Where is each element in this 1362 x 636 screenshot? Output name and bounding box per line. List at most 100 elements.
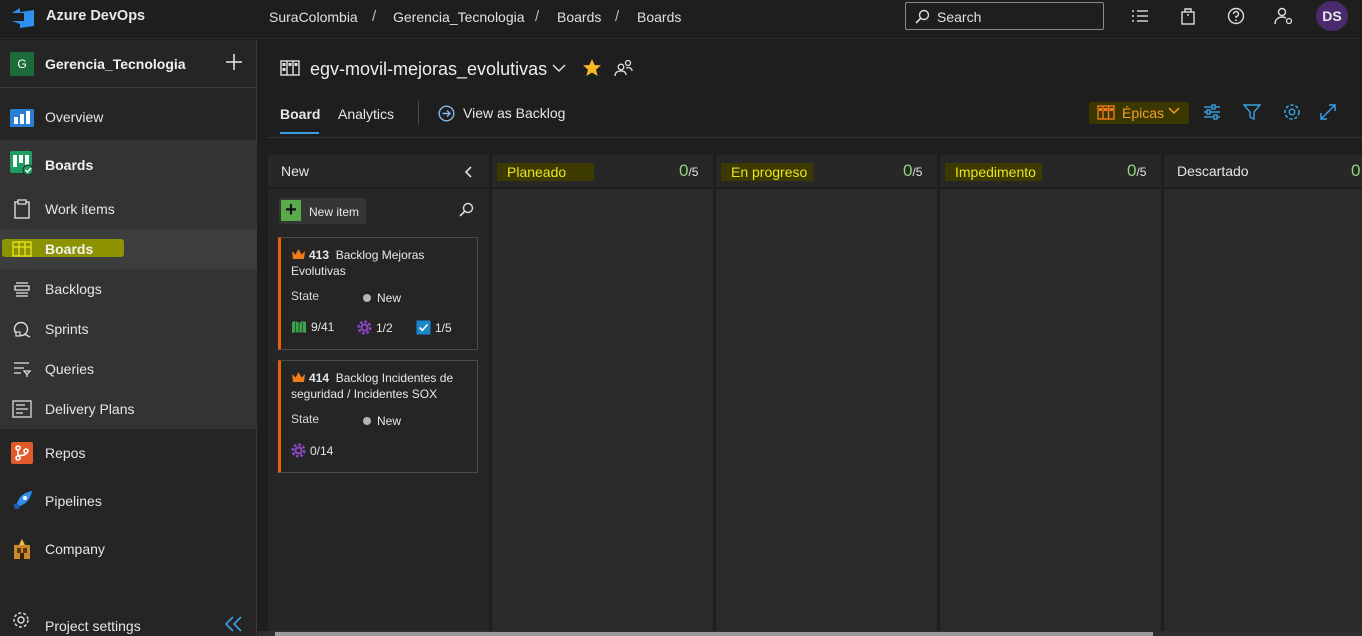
settings-gear-icon (12, 611, 30, 629)
sidebar-item-queries[interactable]: Queries (0, 349, 257, 389)
card-title[interactable]: 414 Backlog Incidentes de seguridad / In… (291, 370, 471, 402)
avatar[interactable]: DS (1316, 1, 1348, 31)
features-icon (292, 321, 306, 333)
card-id: 414 (309, 371, 330, 385)
breadcrumb-separator: / (615, 8, 620, 25)
sidebar-item-label: Overview (45, 109, 104, 125)
column-body-planeado (492, 189, 713, 631)
sidebar-item-label: Delivery Plans (45, 401, 135, 417)
help-icon[interactable] (1225, 5, 1247, 27)
project-badge[interactable]: G (10, 52, 34, 76)
sidebar-item-label: Pipelines (45, 493, 102, 509)
sidebar-item-boards-hub[interactable]: Boards (0, 140, 257, 188)
team-members-icon[interactable] (614, 59, 634, 77)
work-item-card[interactable]: 413 Backlog Mejoras Evolutivas State New… (278, 237, 478, 350)
project-settings-row[interactable]: Project settings (0, 605, 257, 636)
project-name[interactable]: Gerencia_Tecnologia (45, 56, 186, 72)
column-header-descartado[interactable]: Descartado 0 (1164, 155, 1362, 187)
sidebar-item-pipelines[interactable]: Pipelines (0, 481, 257, 521)
chevron-down-icon (1168, 107, 1180, 115)
pipelines-icon (10, 490, 34, 512)
favorite-star-icon[interactable] (582, 58, 602, 77)
card-title[interactable]: 413 Backlog Mejoras Evolutivas (291, 247, 471, 279)
task-list-icon[interactable] (1129, 5, 1151, 27)
state-value[interactable]: New (377, 291, 401, 305)
user-settings-icon[interactable] (1273, 5, 1295, 27)
column-header-impedimento[interactable]: Impedimento 0/5 (940, 155, 1161, 187)
new-item-label: New item (309, 205, 360, 219)
arrow-circle-right-icon[interactable] (438, 105, 455, 122)
boards-icon (10, 238, 34, 260)
collapse-column-icon[interactable] (464, 166, 472, 178)
task-checkbox-icon (416, 320, 431, 335)
search-box[interactable]: Search (905, 2, 1104, 30)
product-name[interactable]: Azure DevOps (46, 8, 145, 24)
tasks-rollup: 1/5 (416, 320, 452, 335)
collapse-sidebar-icon[interactable] (224, 616, 244, 632)
user-story-gear-icon (357, 320, 372, 335)
backlogs-icon (10, 278, 34, 300)
column-header-new[interactable]: New (268, 155, 489, 187)
user-story-gear-icon (291, 443, 306, 458)
settings-sliders-icon[interactable] (1203, 103, 1221, 121)
board-icon (280, 59, 300, 77)
wip-count: 0 (1351, 161, 1361, 180)
new-item-button[interactable]: + New item (279, 198, 366, 224)
sidebar-item-label: Boards (45, 241, 94, 257)
chevron-down-icon[interactable] (552, 63, 566, 73)
breadcrumb-separator: / (535, 8, 540, 25)
column-body-descartado (1164, 189, 1362, 631)
search-icon[interactable] (458, 202, 474, 218)
sidebar-item-delivery-plans[interactable]: Delivery Plans (0, 389, 257, 429)
board-title[interactable]: egv-movil-mejoras_evolutivas (310, 59, 547, 80)
tab-analytics[interactable]: Analytics (338, 106, 394, 122)
epic-board-icon (1097, 105, 1115, 120)
breadcrumb-separator: / (372, 8, 377, 25)
sidebar: G Gerencia_Tecnologia Overview Boards Wo… (0, 40, 257, 636)
tab-board[interactable]: Board (280, 106, 320, 122)
breadcrumb-boards-hub[interactable]: Boards (557, 9, 601, 25)
column-header-planeado[interactable]: Planeado 0/5 (492, 155, 713, 187)
sidebar-item-backlogs[interactable]: Backlogs (0, 269, 257, 309)
gear-icon[interactable] (1283, 103, 1301, 121)
add-icon[interactable] (224, 52, 244, 72)
header-divider (268, 137, 1362, 138)
breadcrumb-organization[interactable]: SuraColombia (269, 9, 358, 25)
azure-devops-logo-icon[interactable] (10, 6, 36, 30)
state-dot (363, 294, 371, 302)
sidebar-item-label: Repos (45, 445, 86, 461)
sidebar-item-label: Company (45, 541, 105, 557)
marketplace-bag-icon[interactable] (1177, 5, 1199, 27)
sidebar-item-label: Backlogs (45, 281, 102, 297)
backlog-level-label: Épicas (1122, 105, 1165, 121)
backlog-level-selector[interactable]: Épicas (1089, 102, 1189, 124)
work-item-card[interactable]: 414 Backlog Incidentes de seguridad / In… (278, 360, 478, 473)
plus-icon: + (281, 200, 301, 221)
filter-icon[interactable] (1243, 103, 1261, 121)
sidebar-item-sprints[interactable]: Sprints (0, 309, 257, 349)
column-header-en-progreso[interactable]: En progreso 0/5 (716, 155, 937, 187)
breadcrumb-boards[interactable]: Boards (637, 9, 681, 25)
horizontal-scrollbar-thumb[interactable] (275, 632, 1153, 636)
breadcrumb-project[interactable]: Gerencia_Tecnologia (393, 9, 525, 25)
column-body-impedimento (940, 189, 1161, 631)
sidebar-item-boards[interactable]: Boards (0, 229, 257, 269)
sidebar-item-repos[interactable]: Repos (0, 433, 257, 473)
column-body-en-progreso (716, 189, 937, 631)
sidebar-item-label: Sprints (45, 321, 89, 337)
search-icon (914, 9, 930, 25)
user-stories-rollup: 0/14 (291, 443, 333, 458)
view-as-backlog-link[interactable]: View as Backlog (463, 105, 565, 121)
fullscreen-icon[interactable] (1319, 103, 1337, 121)
repos-icon (10, 442, 34, 464)
active-tab-indicator (280, 132, 319, 134)
project-settings-label: Project settings (45, 618, 141, 634)
state-value[interactable]: New (377, 414, 401, 428)
sidebar-item-company[interactable]: Company (0, 529, 257, 569)
state-dot (363, 417, 371, 425)
sidebar-item-work-items[interactable]: Work items (0, 189, 257, 229)
tab-divider (418, 101, 419, 125)
column-name: Planeado (497, 163, 595, 181)
sidebar-item-overview[interactable]: Overview (0, 97, 257, 137)
sidebar-item-label: Work items (45, 201, 115, 217)
